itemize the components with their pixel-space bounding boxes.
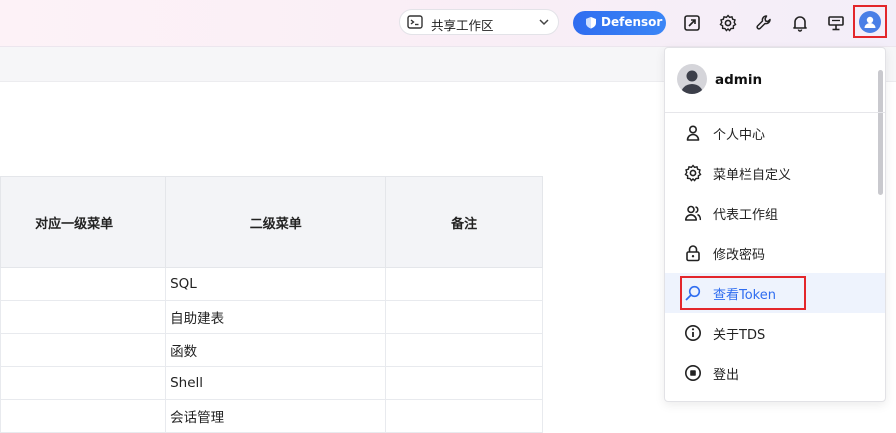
table-cell	[385, 366, 543, 400]
defensor-button[interactable]: Defensor	[573, 11, 666, 35]
highlight-box	[680, 276, 806, 310]
table-cell	[385, 399, 543, 433]
table-cell	[385, 300, 543, 334]
bell-icon[interactable]	[789, 12, 811, 34]
workspace-label: 共享工作区	[431, 18, 494, 33]
menu-mapping-table: 对应一级菜单 二级菜单 备注 SQL 自助建表 函数 Shell 会话管理	[0, 176, 543, 433]
terminal-icon	[407, 15, 423, 33]
table-row: 自助建表	[0, 300, 543, 334]
gear-icon	[684, 164, 702, 182]
column-header-secondary-menu: 二级菜单	[165, 176, 387, 268]
user-dropdown-menu: admin 个人中心 菜单栏自定义 代表工作组 修改密码 查看Token 关于T…	[664, 47, 886, 402]
workspace-selector[interactable]: 共享工作区	[399, 9, 559, 35]
menu-item-logout[interactable]: 登出	[665, 353, 885, 393]
send-icon[interactable]	[681, 12, 703, 34]
menu-item-label: 登出	[713, 368, 740, 383]
chevron-down-icon	[538, 16, 550, 32]
avatar-icon	[859, 10, 881, 33]
monitor-icon[interactable]	[825, 12, 847, 34]
menu-item-representative-group[interactable]: 代表工作组	[665, 193, 885, 233]
lock-icon	[684, 244, 702, 262]
menu-item-change-password[interactable]: 修改密码	[665, 233, 885, 273]
menu-item-label: 个人中心	[713, 128, 766, 143]
column-header-remarks: 备注	[385, 176, 543, 268]
table-cell: Shell	[165, 366, 387, 400]
column-header-primary-menu: 对应一级菜单	[0, 176, 167, 268]
menu-item-customize-menubar[interactable]: 菜单栏自定义	[665, 153, 885, 193]
menu-item-about[interactable]: 关于TDS	[665, 313, 885, 353]
table-cell: SQL	[165, 267, 387, 301]
table-cell	[0, 366, 167, 400]
table-cell: 自助建表	[165, 300, 387, 334]
table-cell	[0, 267, 167, 301]
username: admin	[715, 72, 763, 88]
table-cell	[385, 267, 543, 301]
gear-icon[interactable]	[717, 12, 739, 34]
top-bar: 共享工作区 Defensor	[0, 0, 896, 47]
menu-item-label: 代表工作组	[713, 208, 779, 223]
table-cell: 函数	[165, 333, 387, 367]
avatar-button[interactable]	[853, 5, 887, 38]
stop-icon	[684, 364, 702, 382]
menu-item-label: 关于TDS	[713, 328, 766, 343]
avatar	[677, 64, 707, 94]
menu-item-profile[interactable]: 个人中心	[665, 113, 885, 153]
wrench-icon[interactable]	[753, 12, 775, 34]
table-cell	[0, 333, 167, 367]
table-row: Shell	[0, 366, 543, 400]
table-cell: 会话管理	[165, 399, 387, 433]
defensor-label: Defensor	[601, 15, 663, 29]
menu-item-label: 菜单栏自定义	[713, 168, 792, 183]
table-cell	[0, 300, 167, 334]
menu-item-label: 修改密码	[713, 248, 766, 263]
table-row: 会话管理	[0, 399, 543, 433]
info-icon	[684, 324, 702, 342]
shield-icon	[585, 16, 597, 33]
person-icon	[684, 124, 702, 142]
menu-item-view-token[interactable]: 查看Token	[665, 273, 885, 313]
table-cell	[385, 333, 543, 367]
table-row: SQL	[0, 267, 543, 301]
group-icon	[684, 204, 702, 222]
table-row: 函数	[0, 333, 543, 367]
table-cell	[0, 399, 167, 433]
